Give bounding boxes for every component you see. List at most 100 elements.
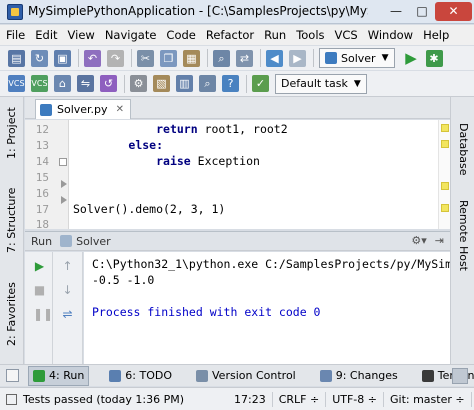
pause-icon[interactable]: ❚❚ <box>33 308 53 321</box>
replace-icon[interactable]: ⇄ <box>236 49 253 67</box>
close-button[interactable]: ✕ <box>435 2 472 21</box>
file-encoding[interactable]: UTF-8 ÷ <box>326 391 384 407</box>
tool-window-version-control[interactable]: Version Control <box>192 366 300 386</box>
fold-marker-icon[interactable] <box>59 158 67 166</box>
code-line: raise Exception <box>156 154 260 168</box>
menu-file[interactable]: File <box>6 28 25 42</box>
toggle-tool-windows-icon[interactable] <box>6 369 19 382</box>
vcs-commit-icon[interactable]: VCS <box>31 75 48 92</box>
arrow-up-icon[interactable]: ↑ <box>61 260 74 273</box>
debug-icon[interactable]: ✱ <box>425 49 443 67</box>
clipboard-icon[interactable]: ▧ <box>153 75 170 92</box>
editor-tab-bar: Solver.py ✕ <box>25 97 450 119</box>
tool-window-run[interactable]: 4: Run <box>28 365 90 386</box>
vcs-revert-icon[interactable]: ↺ <box>100 75 117 92</box>
redo-icon[interactable]: ↷ <box>107 49 124 67</box>
warning-marker-icon[interactable] <box>441 204 449 212</box>
gear-icon[interactable]: ⚙▾ <box>411 234 426 247</box>
menu-code[interactable]: Code <box>166 28 195 42</box>
vcs-history-icon[interactable]: ⌂ <box>54 75 71 92</box>
copy-icon[interactable]: ❐ <box>160 49 177 67</box>
maximize-button[interactable]: □ <box>409 2 435 21</box>
task-dropdown[interactable]: Default task ▼ <box>275 73 367 94</box>
menu-edit[interactable]: Edit <box>35 28 57 42</box>
vcs-update-icon[interactable]: VCS <box>8 75 25 92</box>
run-config-dropdown[interactable]: Solver ▼ <box>319 48 395 68</box>
tab-database[interactable]: Database <box>451 119 474 179</box>
tool-window-todo[interactable]: 6: TODO <box>105 366 176 386</box>
right-tool-strip: Database Remote Host <box>450 97 474 364</box>
line-number: 13 <box>35 139 49 152</box>
menu-refactor[interactable]: Refactor <box>206 28 254 42</box>
status-message[interactable]: Tests passed (today 1:36 PM) <box>0 393 185 406</box>
line-separator[interactable]: CRLF ÷ <box>273 391 327 407</box>
search-icon[interactable]: ⌕ <box>199 75 216 92</box>
save-icon[interactable]: ▣ <box>54 49 71 67</box>
terminal-icon <box>421 369 434 382</box>
event-log-icon[interactable] <box>452 368 468 384</box>
undo-icon[interactable]: ↶ <box>84 49 101 67</box>
paste-icon[interactable]: ▦ <box>183 49 200 67</box>
window-title: MySimplePythonApplication - [C:\SamplesP… <box>28 4 368 18</box>
vcs-compare-icon[interactable]: ⇋ <box>77 75 94 92</box>
tab-structure[interactable]: 7: Structure <box>0 185 24 255</box>
title-bar: MySimplePythonApplication - [C:\SamplesP… <box>0 0 474 24</box>
tab-favorites[interactable]: 2: Favorites <box>0 277 24 352</box>
task-icon[interactable]: ✓ <box>252 75 269 92</box>
tool-window-changes[interactable]: 9: Changes <box>316 366 402 386</box>
menu-help[interactable]: Help <box>423 28 449 42</box>
vcs-branch[interactable]: Git: master ÷ <box>384 391 472 407</box>
run-icon[interactable]: ▶ <box>403 49 420 67</box>
save-all-icon[interactable]: ▤ <box>8 49 25 67</box>
code-line: else: <box>128 138 164 152</box>
code-editor[interactable]: 12 13 14 15 16 17 18 return root1, root2… <box>25 120 450 231</box>
line-number: 14 <box>35 155 49 168</box>
python-icon <box>325 52 337 64</box>
forward-icon[interactable]: ▶ <box>289 49 306 67</box>
menu-vcs[interactable]: VCS <box>335 28 358 42</box>
warning-marker-icon[interactable] <box>441 124 449 132</box>
tab-project[interactable]: 1: Project <box>0 103 24 163</box>
menu-navigate[interactable]: Navigate <box>105 28 157 42</box>
editor-scroll-markers[interactable] <box>438 120 450 229</box>
soft-wrap-icon[interactable]: ⇌ <box>61 308 74 321</box>
minimize-button[interactable]: — <box>383 2 409 21</box>
caret-position[interactable]: 17:23 <box>228 391 273 407</box>
run-console[interactable]: C:\Python32_1\python.exe C:/SamplesProje… <box>84 252 450 364</box>
editor-tab-solver[interactable]: Solver.py ✕ <box>35 99 131 119</box>
python-file-icon <box>40 103 52 116</box>
line-number: 12 <box>35 123 49 136</box>
cut-icon[interactable]: ✂ <box>137 49 154 67</box>
menu-tools[interactable]: Tools <box>296 28 324 42</box>
rerun-icon[interactable]: ▶ <box>33 260 46 273</box>
help-icon[interactable]: ? <box>222 75 239 92</box>
find-icon[interactable]: ⌕ <box>213 49 230 67</box>
menu-window[interactable]: Window <box>368 28 413 42</box>
sdk-icon[interactable]: ▥ <box>176 75 193 92</box>
close-tab-icon[interactable]: ✕ <box>116 104 124 115</box>
tab-remote-host[interactable]: Remote Host <box>451 195 474 275</box>
synchronize-icon[interactable]: ↻ <box>31 49 48 67</box>
run-panel-config[interactable]: Solver <box>76 235 111 248</box>
line-gutter: 12 13 14 15 16 17 18 <box>25 120 69 231</box>
run-toolbar: ▶ ■ ❚❚ <box>25 252 53 364</box>
run-icon <box>33 369 45 382</box>
arrow-down-icon[interactable]: ↓ <box>61 284 74 297</box>
back-icon[interactable]: ◀ <box>266 49 283 67</box>
hide-panel-icon[interactable]: ⇥ <box>435 234 444 247</box>
task-label: Default task <box>281 77 348 90</box>
chevron-down-icon: ▼ <box>353 78 361 89</box>
code-line: return root1, root2 <box>156 122 288 136</box>
warning-marker-icon[interactable] <box>441 182 449 190</box>
menu-run[interactable]: Run <box>264 28 286 42</box>
warning-marker-icon[interactable] <box>441 140 449 148</box>
line-number: 17 <box>35 203 49 216</box>
line-number: 16 <box>35 187 49 200</box>
run-marker-icon <box>61 196 67 204</box>
pycharm-logo-icon <box>7 4 23 20</box>
status-bar: Tests passed (today 1:36 PM) 17:23 CRLF … <box>0 387 474 410</box>
console-exit-line: Process finished with exit code 0 <box>92 305 321 319</box>
settings-icon[interactable]: ⚙ <box>130 75 147 92</box>
menu-view[interactable]: View <box>68 28 95 42</box>
stop-icon[interactable]: ■ <box>33 284 46 297</box>
